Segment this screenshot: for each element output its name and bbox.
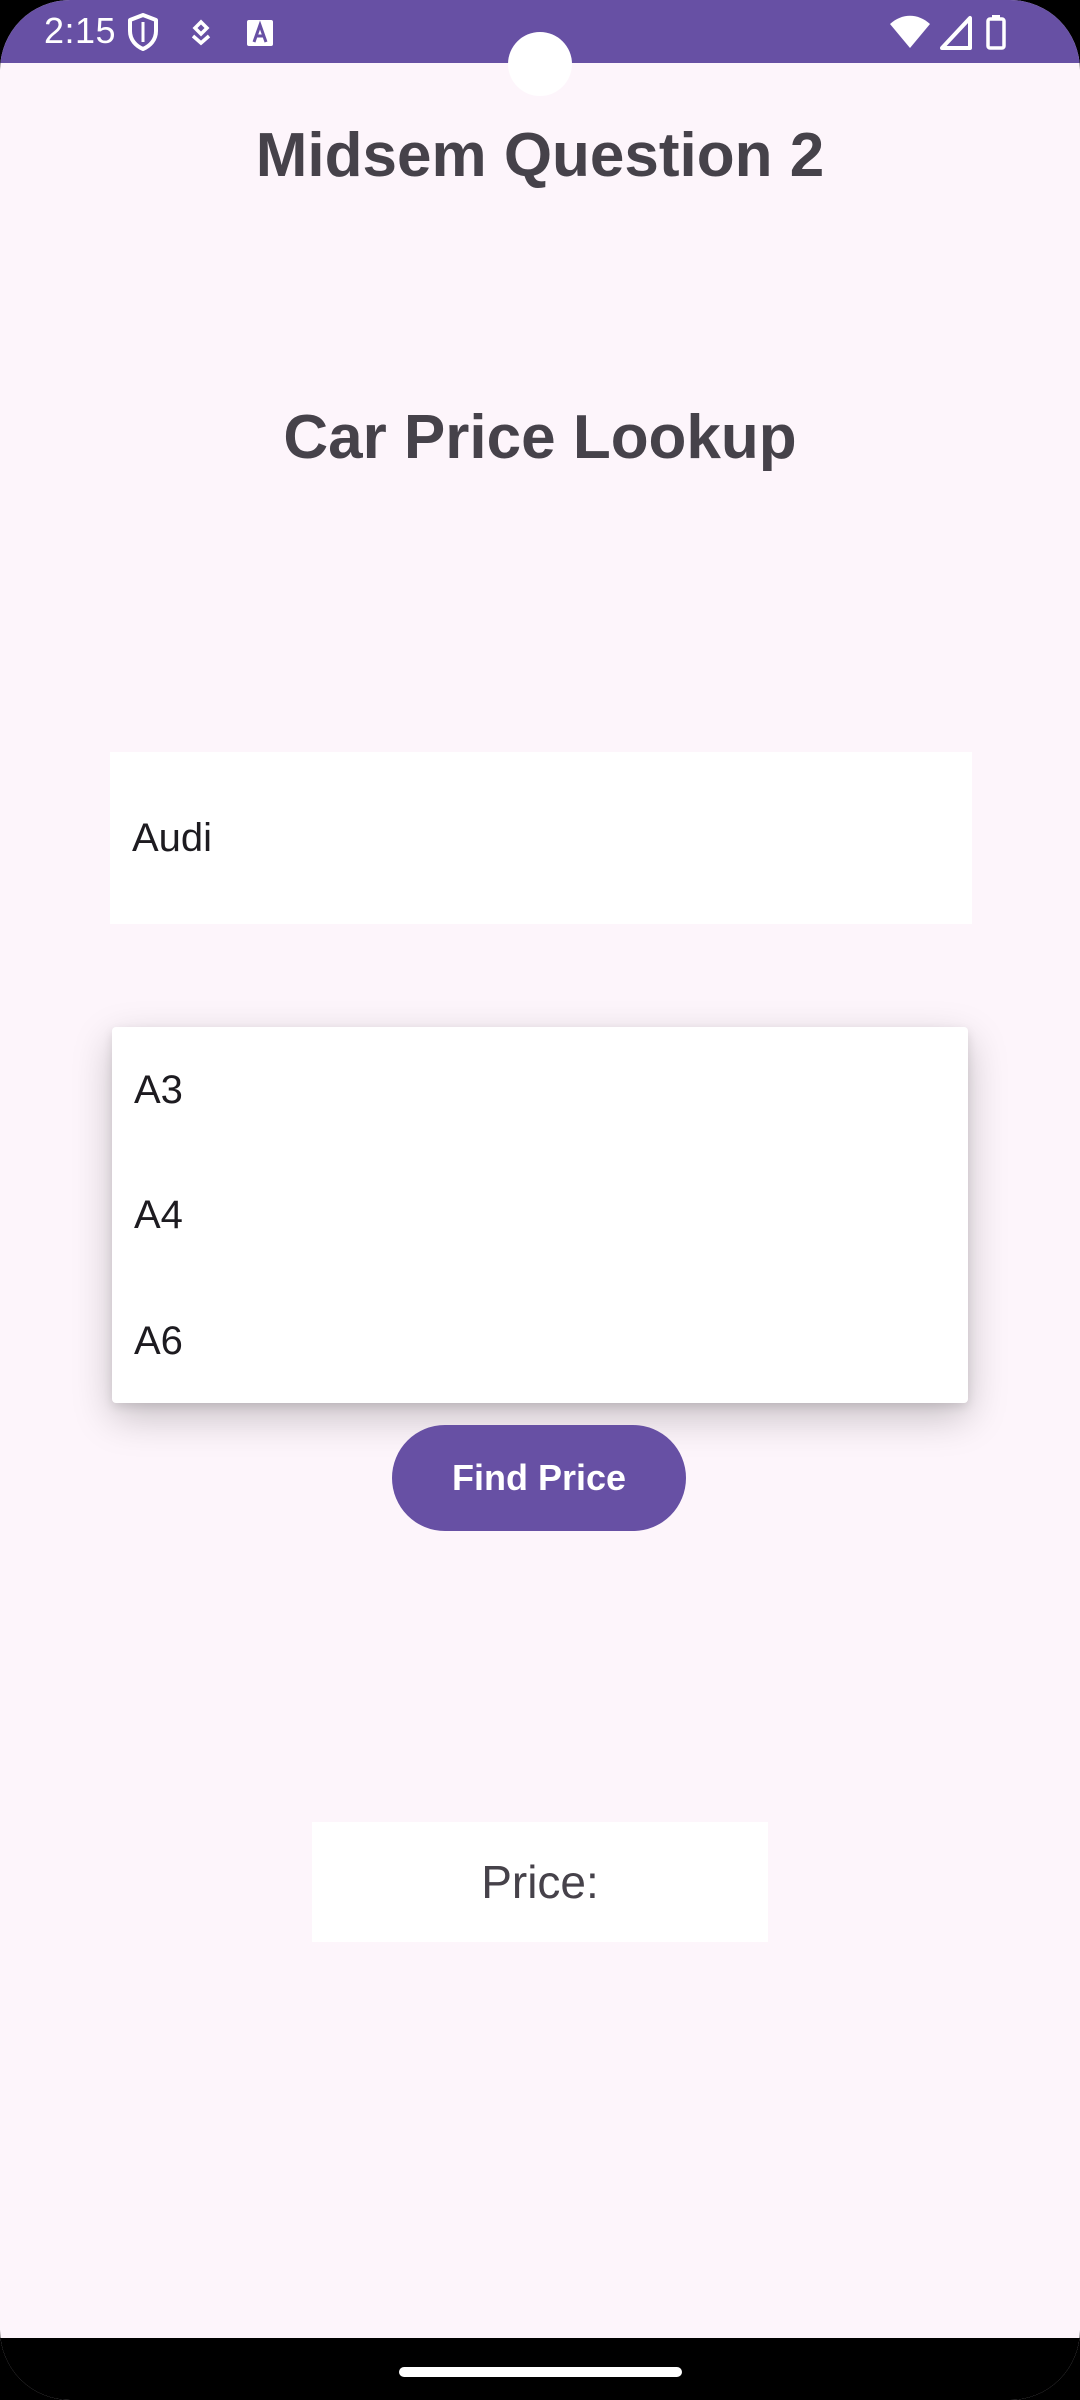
app-title: Midsem Question 2 [255, 121, 825, 190]
car-make-value: Audi [132, 815, 213, 860]
status-time: 2:15 [44, 10, 117, 51]
price-label: Price: [481, 1856, 599, 1908]
app-screen: 2:15 Midsem Question 2 Car Price Lookup … [0, 0, 1080, 2400]
battery-icon [984, 12, 1008, 52]
dropdown-option-label: A4 [134, 1192, 183, 1237]
signal-icon [938, 12, 974, 52]
car-model-dropdown-menu: A3 A4 A6 [112, 1027, 968, 1403]
car-make-field[interactable]: Audi [110, 752, 972, 924]
home-indicator[interactable] [399, 2367, 682, 2377]
wifi-icon [888, 12, 932, 52]
dropdown-option-a6[interactable]: A6 [112, 1291, 968, 1391]
dropdown-option-a4[interactable]: A4 [112, 1165, 968, 1265]
dropdown-option-label: A3 [134, 1067, 183, 1112]
dropdown-option-a3[interactable]: A3 [112, 1040, 968, 1140]
shield-icon [126, 12, 160, 52]
assistant-icon [186, 12, 216, 52]
section-title: Car Price Lookup [283, 403, 797, 472]
keyboard-a-icon [244, 12, 276, 52]
find-price-button[interactable]: Find Price [392, 1425, 686, 1531]
dropdown-option-label: A6 [134, 1318, 183, 1363]
camera-cutout [508, 32, 572, 96]
price-display: Price: [312, 1822, 768, 1942]
